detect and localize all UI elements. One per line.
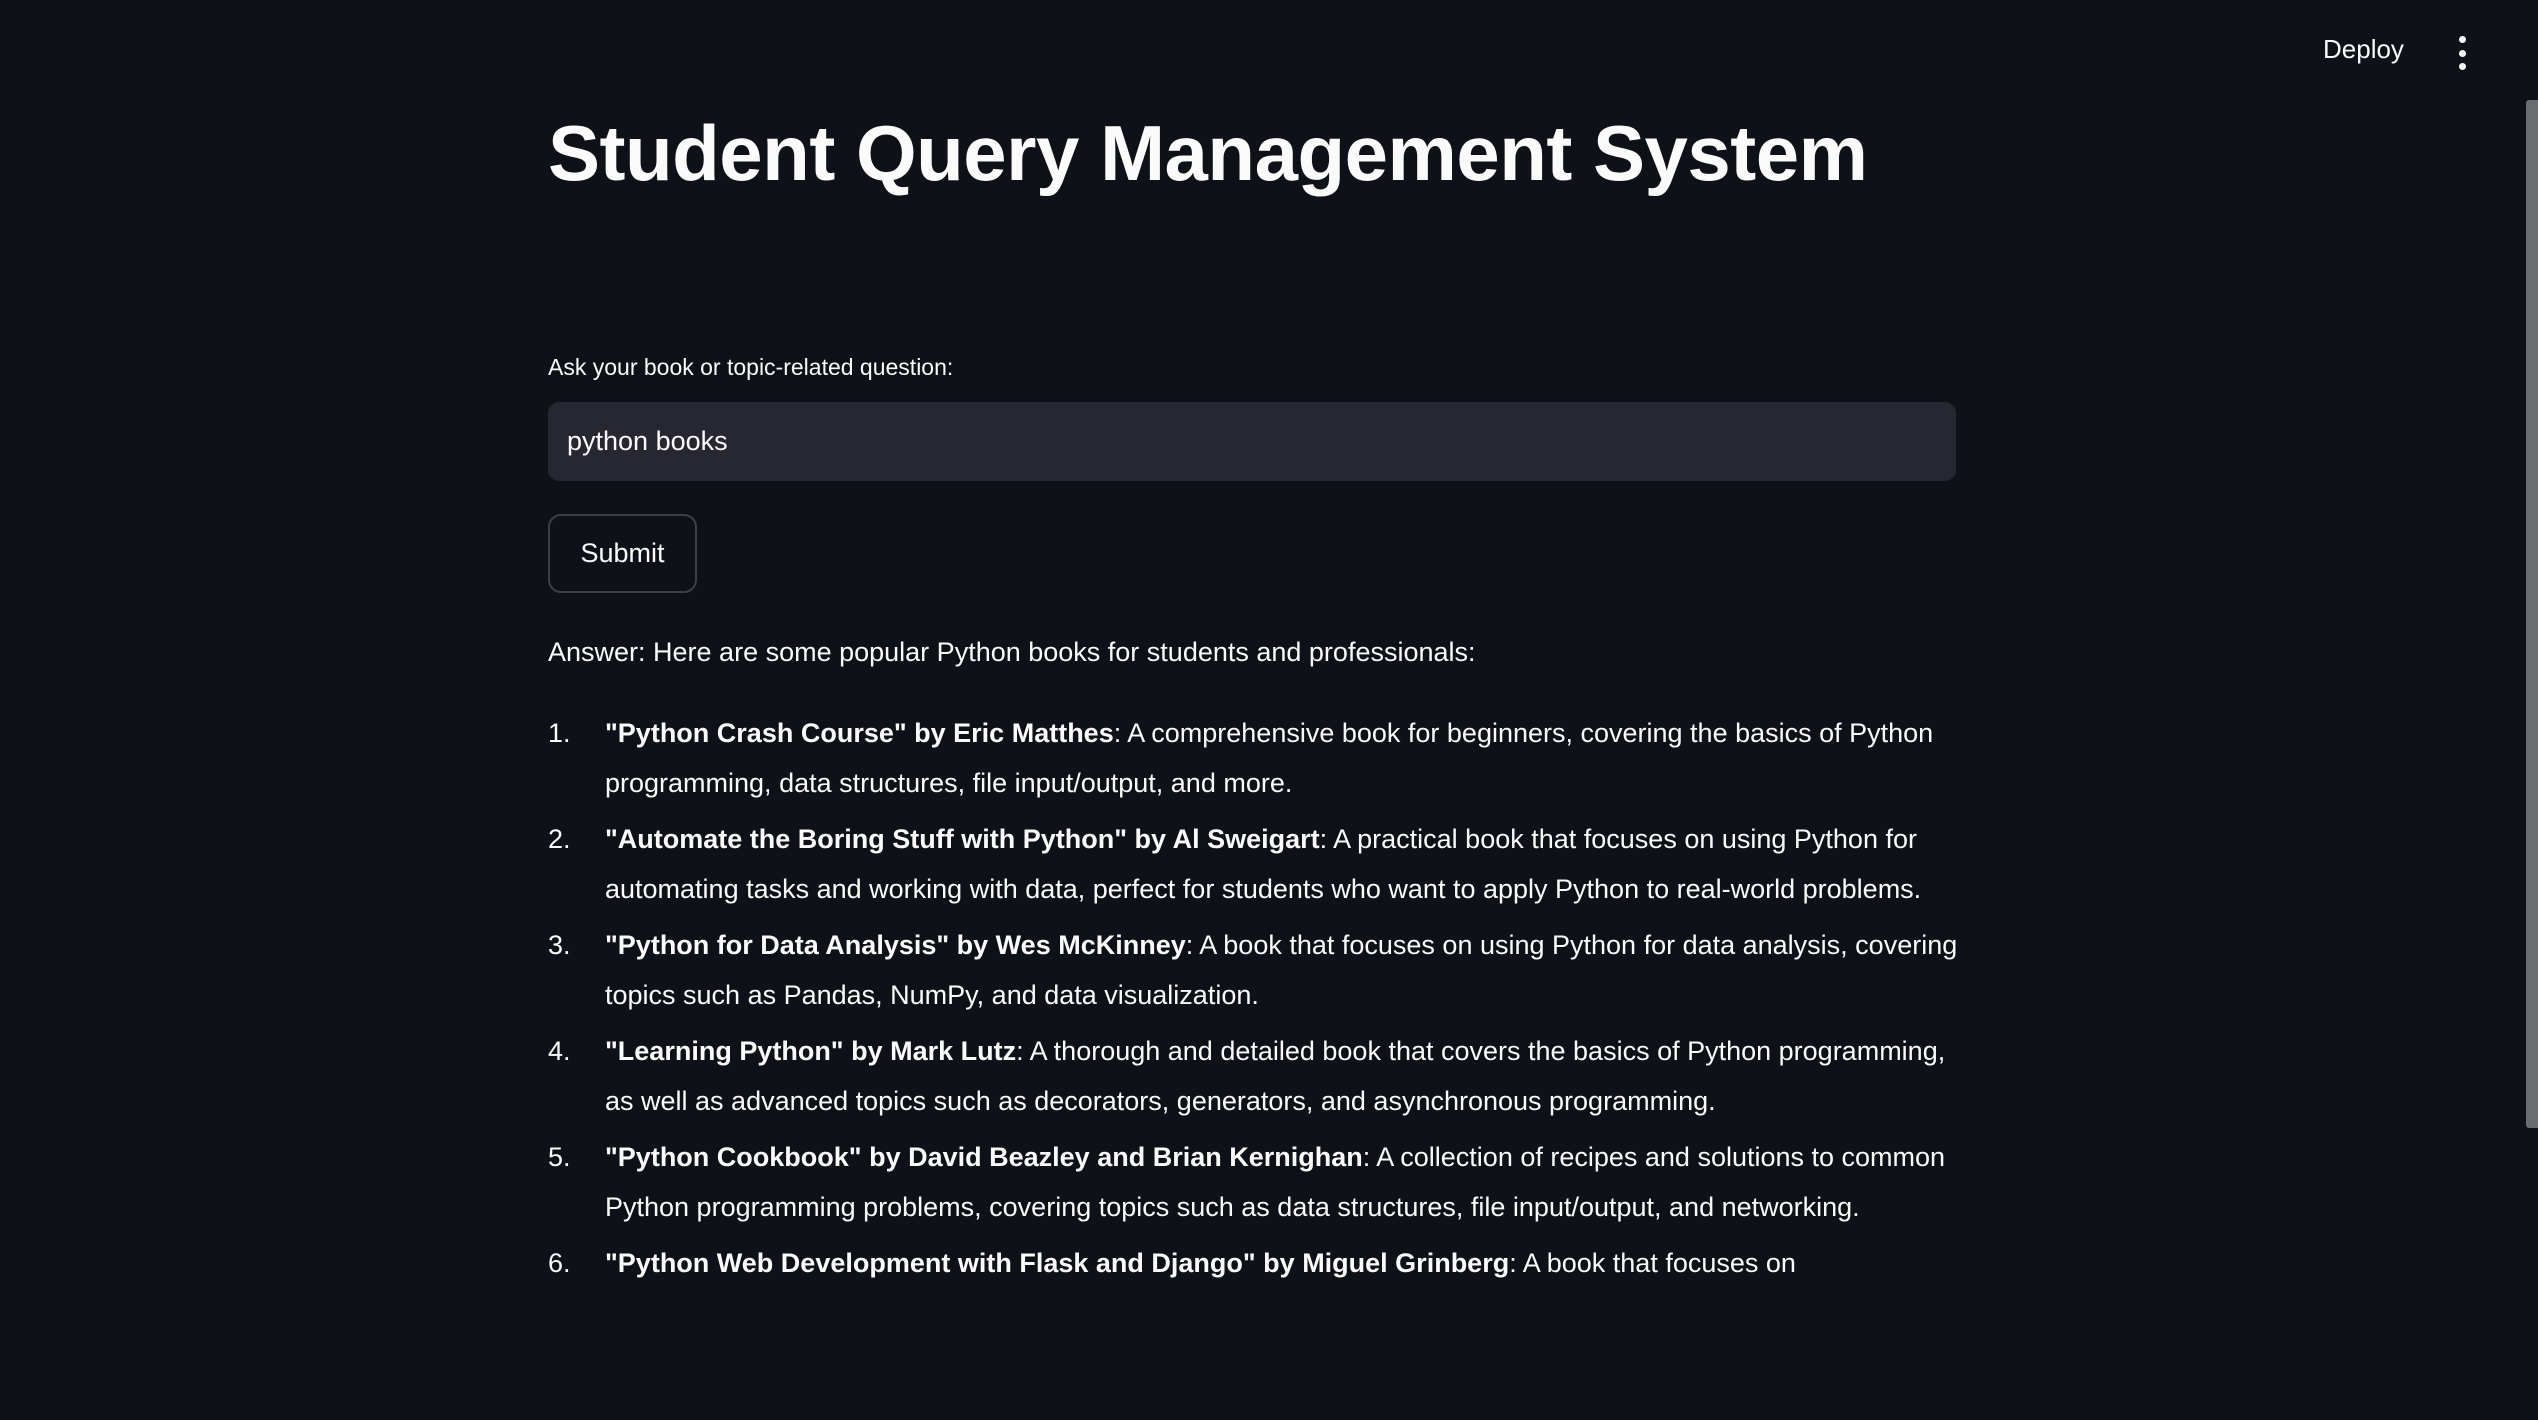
question-input[interactable]: python books [548, 402, 1956, 481]
deploy-button[interactable]: Deploy [2323, 34, 2404, 65]
list-item: 1. "Python Crash Course" by Eric Matthes:… [548, 708, 1958, 808]
question-label: Ask your book or topic-related question: [548, 354, 954, 380]
item-number: 2. [548, 824, 571, 854]
item-number: 5. [548, 1142, 571, 1172]
top-bar: Deploy [0, 0, 2538, 100]
list-item: 5. "Python Cookbook" by David Beazley and… [548, 1132, 1958, 1232]
book-title: "Python for Data Analysis" by Wes McKinn… [605, 930, 1186, 960]
page-title: Student Query Management System [548, 109, 1868, 197]
list-item: 6. "Python Web Development with Flask and… [548, 1238, 1958, 1288]
list-item: 4. "Learning Python" by Mark Lutz: A thor… [548, 1026, 1958, 1126]
list-item: 2. "Automate the Boring Stuff with Python… [548, 814, 1958, 914]
book-title: "Python Cookbook" by David Beazley and B… [605, 1142, 1363, 1172]
book-title: "Python Web Development with Flask and D… [605, 1248, 1510, 1278]
book-list: 1. "Python Crash Course" by Eric Matthes:… [548, 708, 1958, 1294]
scrollbar[interactable] [2526, 100, 2538, 1128]
submit-button[interactable]: Submit [548, 514, 697, 593]
vertical-ellipsis-icon[interactable] [2450, 36, 2474, 70]
item-number: 4. [548, 1036, 571, 1066]
answer-intro: Answer: Here are some popular Python boo… [548, 637, 1476, 667]
item-number: 3. [548, 930, 571, 960]
book-title: "Automate the Boring Stuff with Python" … [605, 824, 1320, 854]
book-title: "Python Crash Course" by Eric Matthes [605, 718, 1114, 748]
list-item: 3. "Python for Data Analysis" by Wes McKi… [548, 920, 1958, 1020]
book-title: "Learning Python" by Mark Lutz [605, 1036, 1017, 1066]
item-number: 1. [548, 718, 571, 748]
item-number: 6. [548, 1248, 571, 1278]
book-description: : A book that focuses on [1509, 1248, 1796, 1278]
